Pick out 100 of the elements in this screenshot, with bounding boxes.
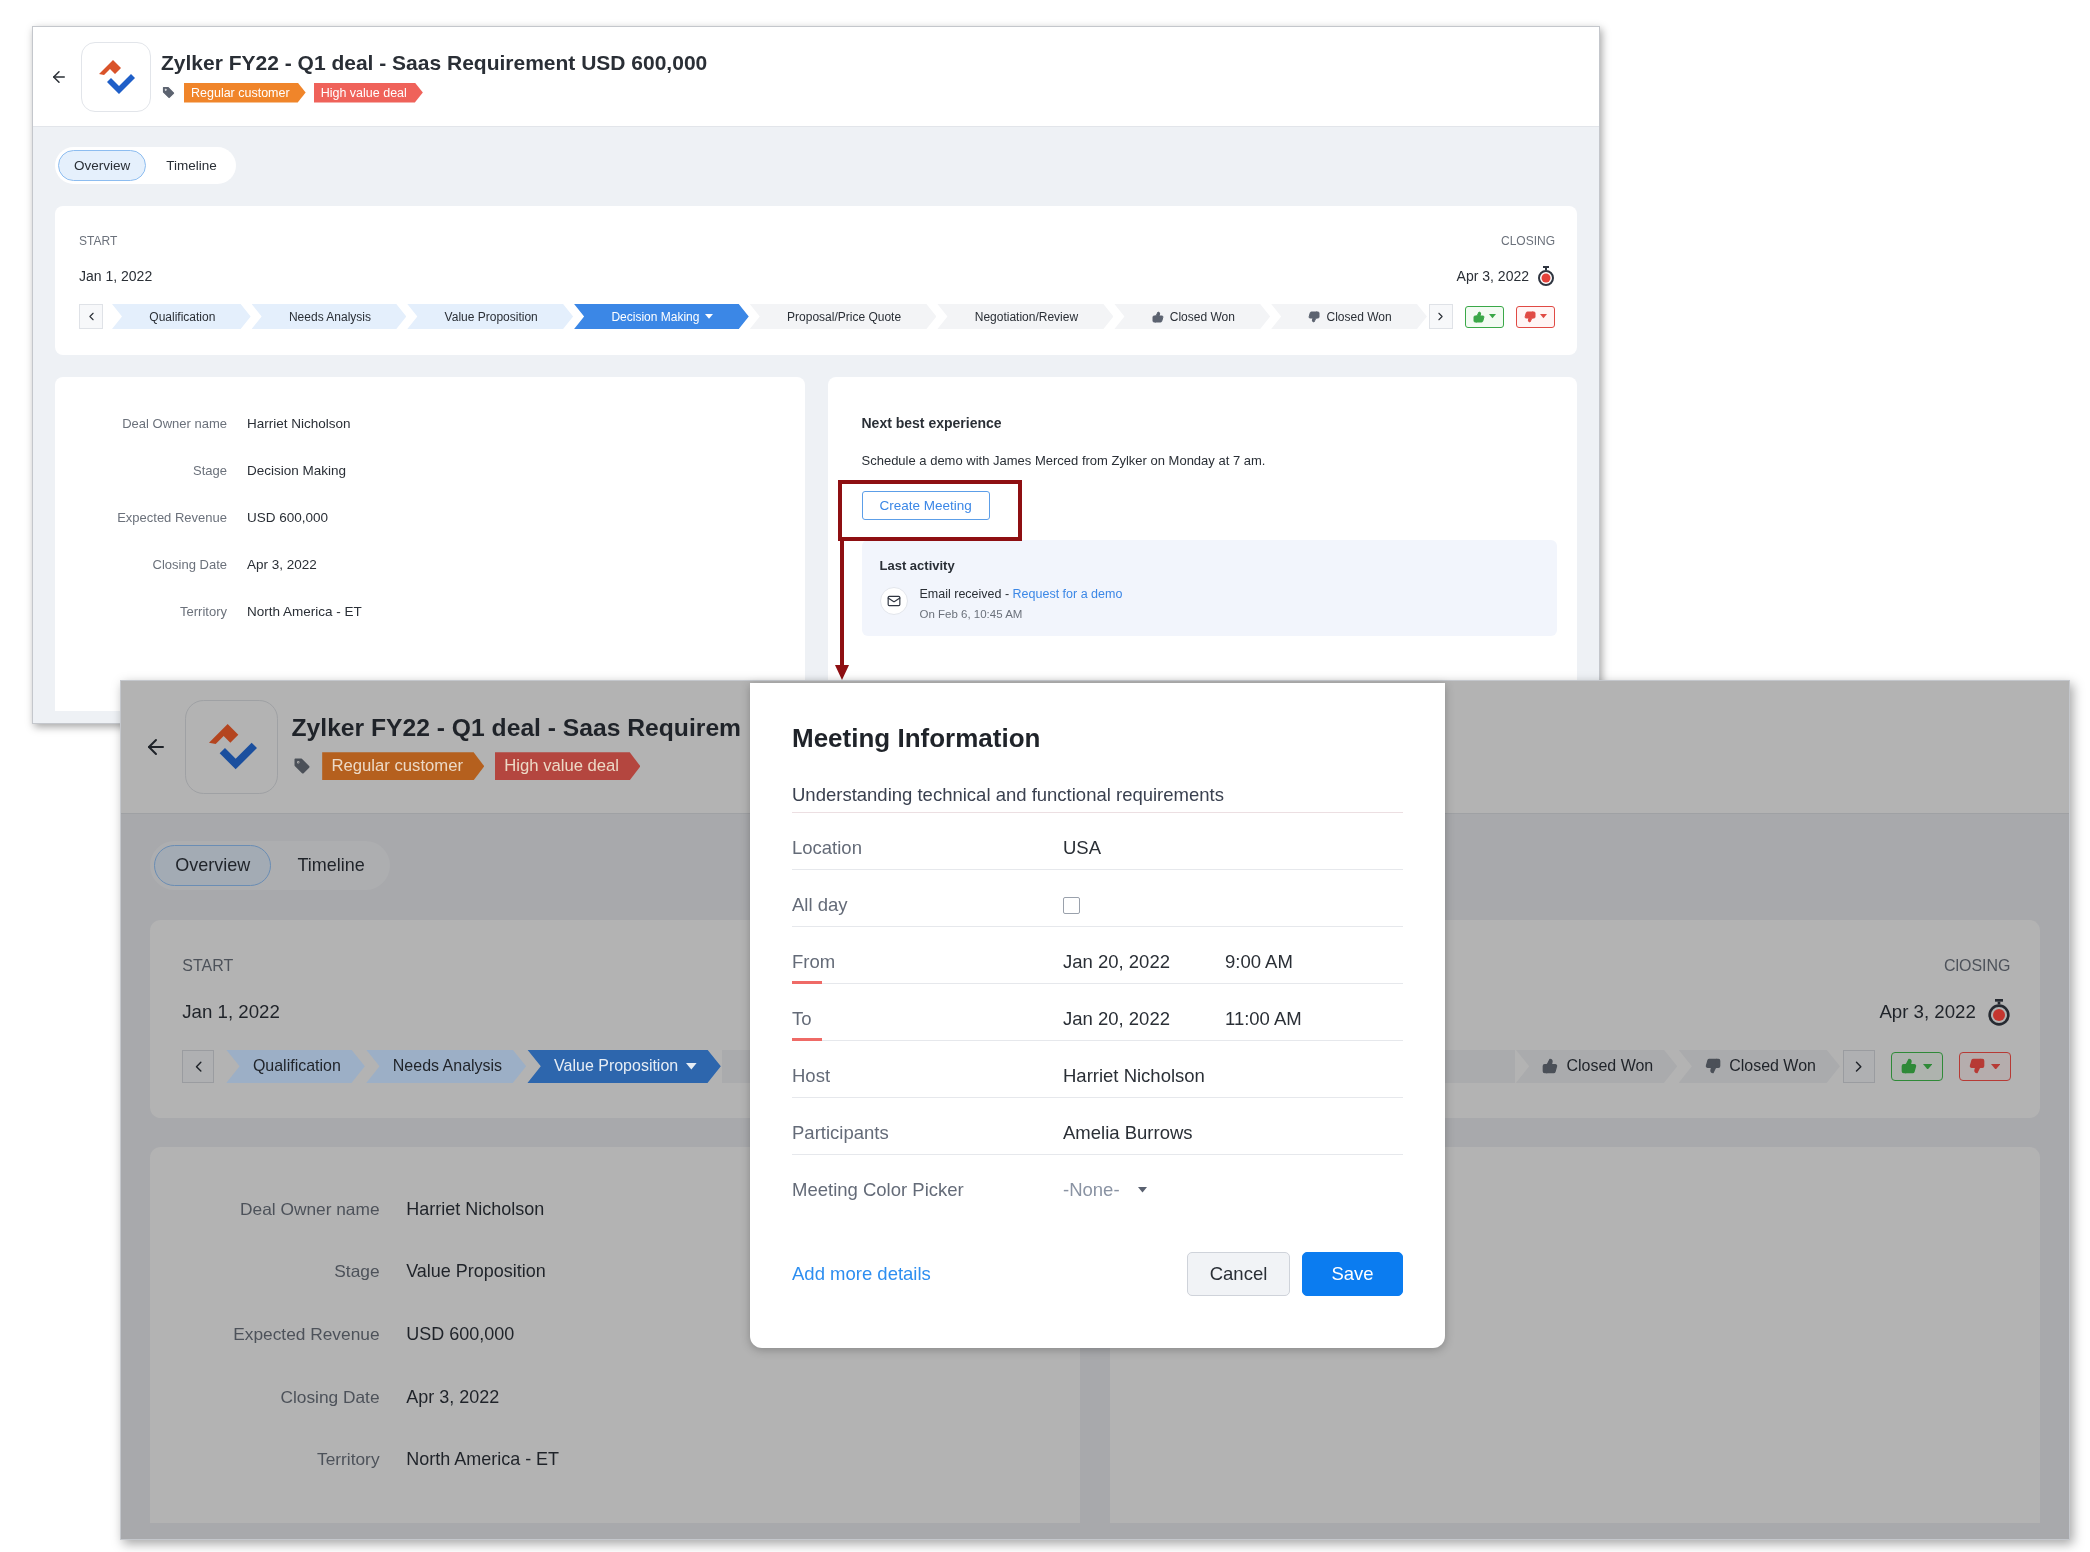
- stage-step[interactable]: Closed Won: [1114, 304, 1271, 329]
- time-value[interactable]: 11:00 AM: [1225, 1008, 1302, 1030]
- field-value: Harriet Nicholson: [406, 1197, 545, 1221]
- field-label: From: [792, 951, 837, 973]
- panel-heading: Next best experience: [861, 415, 1003, 431]
- stage-step[interactable]: Negotiation/Review: [937, 304, 1114, 329]
- field-label: All day: [792, 894, 849, 916]
- caret-icon: [1990, 1063, 2000, 1070]
- closing-label: ClOSING: [1943, 957, 2011, 976]
- field-label: Expected Revenue: [233, 1322, 380, 1346]
- tag-icon: [291, 756, 312, 777]
- lost-button[interactable]: [1516, 305, 1555, 328]
- tag-label: Regular customer: [184, 82, 306, 103]
- stage-step[interactable]: Closed Won: [1515, 1049, 1678, 1083]
- tab[interactable]: Timeline: [150, 150, 233, 181]
- closing-date: Apr 3, 2022: [1879, 1001, 1976, 1024]
- checkbox[interactable]: [1063, 896, 1080, 914]
- date-value[interactable]: Jan 20, 2022: [1063, 951, 1170, 973]
- stage-step[interactable]: Qualification: [226, 1049, 365, 1083]
- next-button[interactable]: [1842, 1049, 1875, 1083]
- lost-button[interactable]: [1958, 1051, 2011, 1081]
- suggestion-text: Schedule a demo with James Merced from Zylker on Monday at 7 am.: [861, 453, 1267, 468]
- date-value[interactable]: Jan 20, 2022: [1063, 1008, 1170, 1030]
- tag-label: High value deal: [494, 752, 641, 781]
- stage-step[interactable]: Closed Won: [1271, 304, 1427, 329]
- field-label: Participants: [792, 1122, 890, 1144]
- thumbs-down-icon: [1969, 1058, 1986, 1075]
- activity-text: Email received - Request for a demo: [919, 587, 1123, 601]
- start-date: Jan 1, 2022: [182, 1001, 280, 1024]
- field-value: North America - ET: [247, 603, 362, 620]
- stage-step[interactable]: Proposal/Price Quote: [749, 304, 937, 329]
- cancel-button[interactable]: Cancel: [1187, 1252, 1290, 1296]
- tag-icon: [161, 85, 176, 100]
- thumbs-down-icon: [1524, 310, 1536, 323]
- tab[interactable]: Timeline: [276, 844, 386, 887]
- stage-step[interactable]: Value Proposition: [407, 304, 574, 329]
- field-label: Host: [792, 1065, 832, 1087]
- field-label: Closing Date: [280, 1385, 380, 1409]
- caret-icon: [1922, 1063, 1932, 1070]
- dialog-title: Meeting Information: [792, 723, 1042, 754]
- create-meeting-button[interactable]: Create Meeting: [861, 491, 990, 520]
- thumbs-up-icon: [1473, 310, 1485, 323]
- won-button[interactable]: [1465, 305, 1504, 328]
- deal-title: Zylker FY22 - Q1 deal - Saas Requirement USD 600,000: [161, 50, 708, 75]
- field-label: Stage: [193, 462, 227, 479]
- field-label: Deal Owner name: [240, 1197, 380, 1221]
- field-label: Stage: [334, 1260, 380, 1283]
- thumbs-up-icon: [1542, 1058, 1559, 1075]
- field-label: Deal Owner name: [122, 415, 227, 432]
- tag-label: High value deal: [313, 82, 423, 103]
- stage-step[interactable]: Value Proposition: [527, 1049, 721, 1083]
- tab[interactable]: Overview: [58, 150, 147, 181]
- caret-icon: [1540, 314, 1547, 319]
- field-value: North America - ET: [406, 1448, 560, 1471]
- deal-title: Zylker FY22 - Q1 deal - Saas Requirem: [291, 713, 741, 742]
- field-value: Harriet Nicholson: [247, 415, 351, 432]
- field-value[interactable]: USA: [1063, 837, 1102, 859]
- stopwatch-icon: [1537, 266, 1555, 286]
- thumbs-up-icon: [1151, 310, 1164, 323]
- closing-label: CLOSING: [1501, 234, 1555, 248]
- previous-button[interactable]: [182, 1049, 215, 1083]
- time-value[interactable]: 9:00 AM: [1225, 951, 1293, 973]
- email-icon: [879, 587, 908, 615]
- stage-step[interactable]: Closed Won: [1678, 1049, 1840, 1083]
- thumbs-up-icon: [1901, 1058, 1918, 1075]
- won-button[interactable]: [1890, 1051, 1943, 1081]
- caret-icon: [705, 314, 714, 319]
- field-value[interactable]: Harriet Nicholson: [1063, 1065, 1205, 1087]
- field-label: Territory: [317, 1448, 380, 1471]
- activity-heading: Last activity: [879, 558, 956, 573]
- field-value: Apr 3, 2022: [406, 1385, 500, 1409]
- field-label: Expected Revenue: [117, 509, 227, 526]
- field-label: To: [792, 1008, 813, 1030]
- stage-step[interactable]: Needs Analysis: [251, 304, 407, 329]
- field-value: Apr 3, 2022: [247, 556, 317, 573]
- start-label: START: [79, 234, 118, 248]
- subject-field[interactable]: Understanding technical and functional requirements: [792, 784, 1403, 813]
- caret-icon: [686, 1063, 697, 1070]
- closing-date: Apr 3, 2022: [1456, 268, 1529, 284]
- field-label: Meeting Color Picker: [792, 1179, 965, 1201]
- thumbs-down-icon: [1705, 1058, 1722, 1075]
- save-button[interactable]: Save: [1302, 1252, 1403, 1296]
- thumbs-down-icon: [1308, 310, 1321, 323]
- field-label: Territory: [180, 603, 227, 620]
- stage-step[interactable]: Decision Making: [574, 304, 749, 329]
- stage-step[interactable]: Needs Analysis: [366, 1049, 527, 1083]
- tag-label: Regular customer: [322, 752, 485, 781]
- activity-time: On Feb 6, 10:45 AM: [919, 608, 1024, 620]
- field-value: USD 600,000: [406, 1322, 515, 1346]
- tab[interactable]: Overview: [154, 844, 272, 887]
- field-value[interactable]: Amelia Burrows: [1063, 1122, 1193, 1144]
- stopwatch-icon: [1986, 999, 2011, 1026]
- field-label: Location: [792, 837, 863, 859]
- stage-step[interactable]: Qualification: [112, 304, 251, 329]
- field-label: Closing Date: [152, 556, 227, 573]
- field-value: Decision Making: [247, 462, 347, 479]
- caret-icon: [1489, 314, 1496, 319]
- field-value: Value Proposition: [406, 1260, 546, 1283]
- caret-icon: [1137, 1187, 1147, 1193]
- start-label: START: [182, 957, 234, 976]
